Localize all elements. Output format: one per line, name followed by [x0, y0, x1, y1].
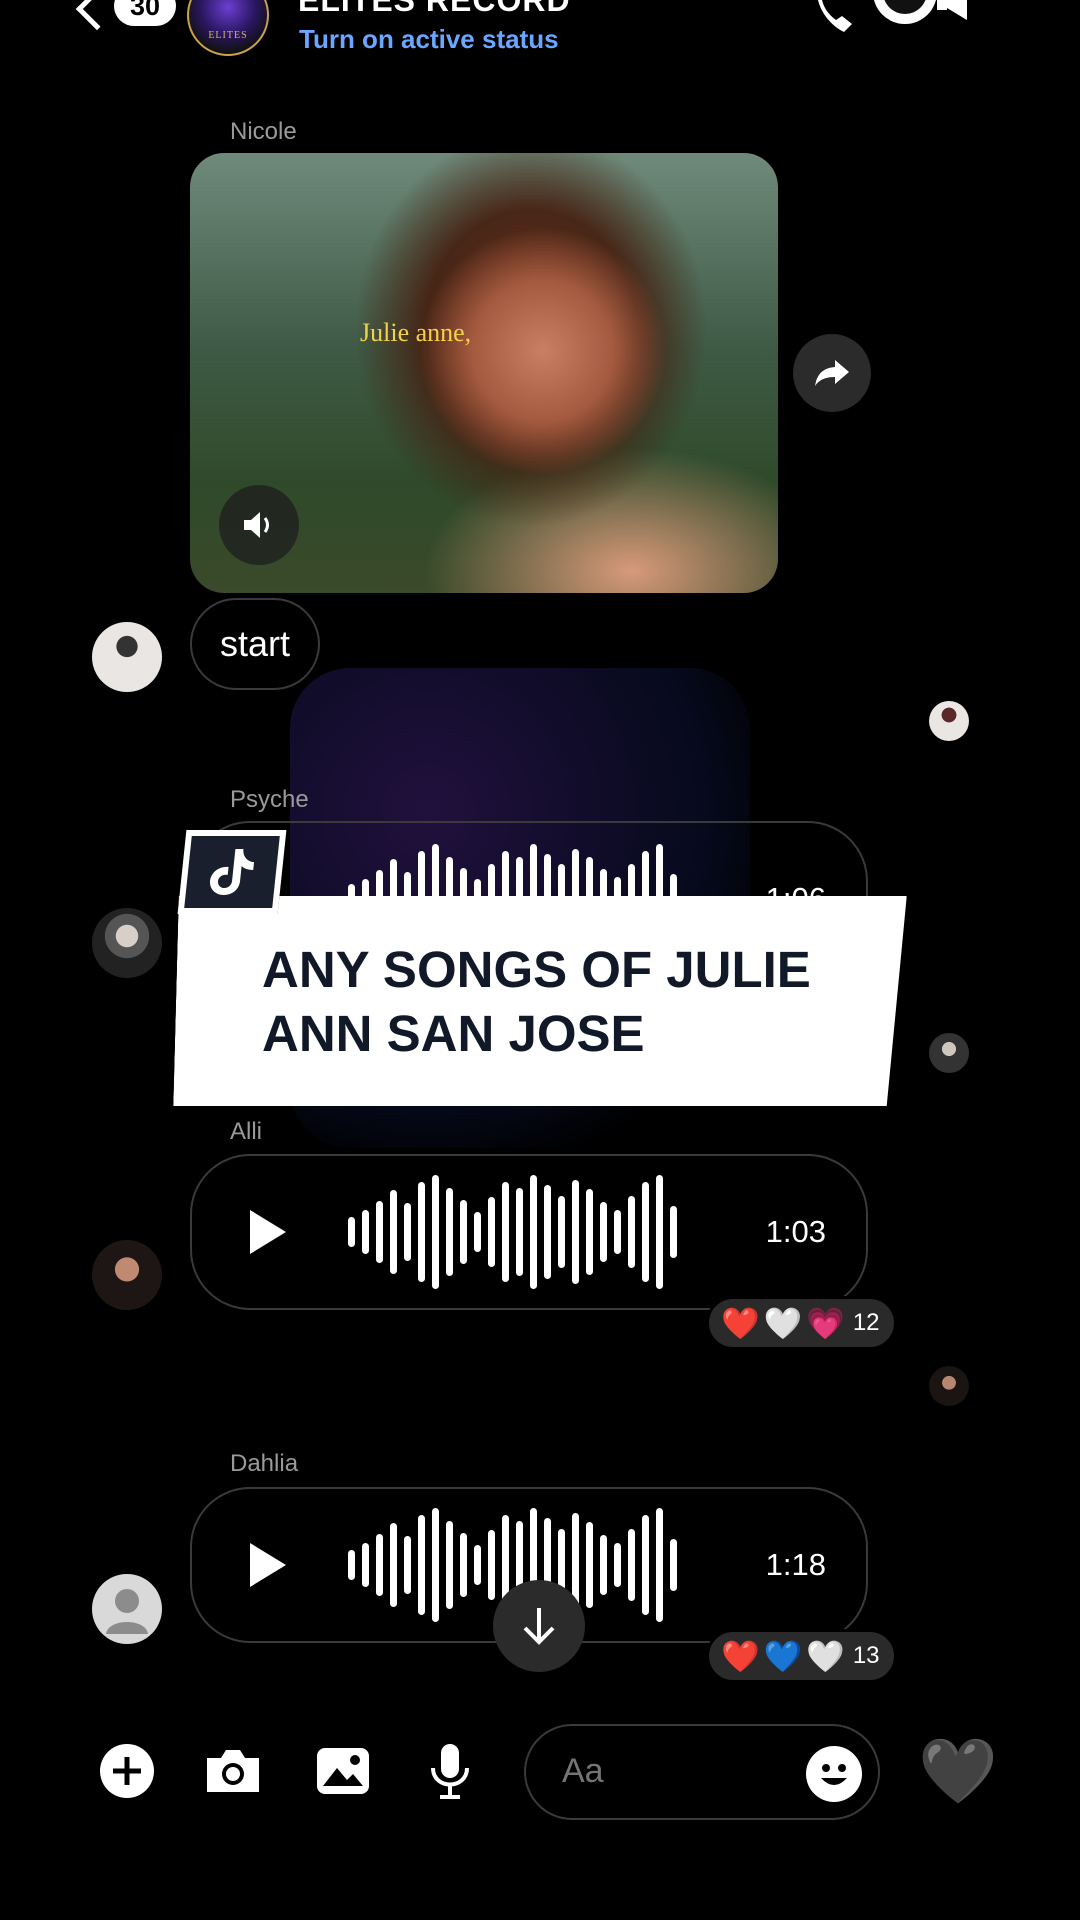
scroll-down-button[interactable] — [493, 1580, 585, 1672]
reaction-count: 13 — [852, 1642, 880, 1669]
speaker-icon[interactable] — [219, 485, 299, 565]
chat-title[interactable]: ELITES RECORD — [298, 0, 571, 19]
group-avatar[interactable]: ELITES — [187, 0, 269, 56]
camera-icon[interactable] — [203, 1741, 263, 1801]
sender-name: Alli — [230, 1118, 263, 1145]
voice-duration: 1:18 — [765, 1547, 826, 1582]
avatar[interactable] — [92, 622, 162, 692]
sender-name: Psyche — [230, 786, 309, 813]
voice-message[interactable]: 1:03 — [190, 1154, 868, 1310]
active-status-link[interactable]: Turn on active status — [299, 24, 559, 55]
heart-white-icon: 🤍 — [806, 1638, 845, 1674]
chevron-left-icon — [75, 0, 119, 31]
image-icon[interactable] — [313, 1741, 373, 1801]
video-caption: Julie anne, — [360, 318, 472, 347]
tiktok-icon — [177, 830, 287, 914]
heart-blue-icon: 💙 — [763, 1638, 803, 1674]
microphone-icon[interactable] — [420, 1741, 480, 1801]
heart-red-icon: ❤️ — [721, 1638, 760, 1674]
forward-icon[interactable] — [793, 334, 871, 412]
sender-name: Nicole — [230, 118, 297, 145]
heart-red-icon: ❤️ — [721, 1305, 760, 1341]
message-composer[interactable] — [524, 1724, 880, 1820]
black-heart-icon[interactable]: 🖤 — [918, 1736, 998, 1806]
read-receipt-avatar — [929, 1033, 969, 1073]
unread-count-badge: 30 — [114, 0, 176, 26]
message-input[interactable] — [562, 1752, 782, 1791]
overlay-caption: ANY SONGS OF JULIE ANN SAN JOSE — [262, 941, 811, 1062]
emoji-icon[interactable] — [806, 1746, 862, 1802]
video-call-icon[interactable] — [855, 0, 979, 40]
reactions-pill[interactable]: ❤️ 💙 🤍 13 — [706, 1629, 897, 1683]
plus-icon[interactable] — [97, 1741, 157, 1801]
reaction-count: 12 — [852, 1309, 880, 1336]
avatar[interactable] — [92, 908, 162, 978]
sender-name: Dahlia — [230, 1450, 299, 1477]
avatar[interactable] — [92, 1240, 162, 1310]
reactions-pill[interactable]: ❤️ 🤍 💗 12 — [706, 1296, 897, 1350]
play-icon[interactable] — [250, 1543, 286, 1587]
heart-white-icon: 🤍 — [763, 1305, 803, 1341]
text-message[interactable]: start — [190, 598, 321, 690]
read-receipt-avatar — [929, 1366, 969, 1406]
back-button[interactable]: 30 — [75, 0, 178, 46]
play-icon[interactable] — [250, 1210, 286, 1254]
waveform — [348, 1174, 677, 1290]
read-receipt-avatar — [929, 701, 969, 741]
phone-call-icon[interactable] — [810, 0, 860, 40]
avatar[interactable] — [92, 1574, 162, 1644]
voice-duration: 1:03 — [765, 1214, 826, 1249]
heart-pink-icon: 💗 — [806, 1305, 845, 1341]
